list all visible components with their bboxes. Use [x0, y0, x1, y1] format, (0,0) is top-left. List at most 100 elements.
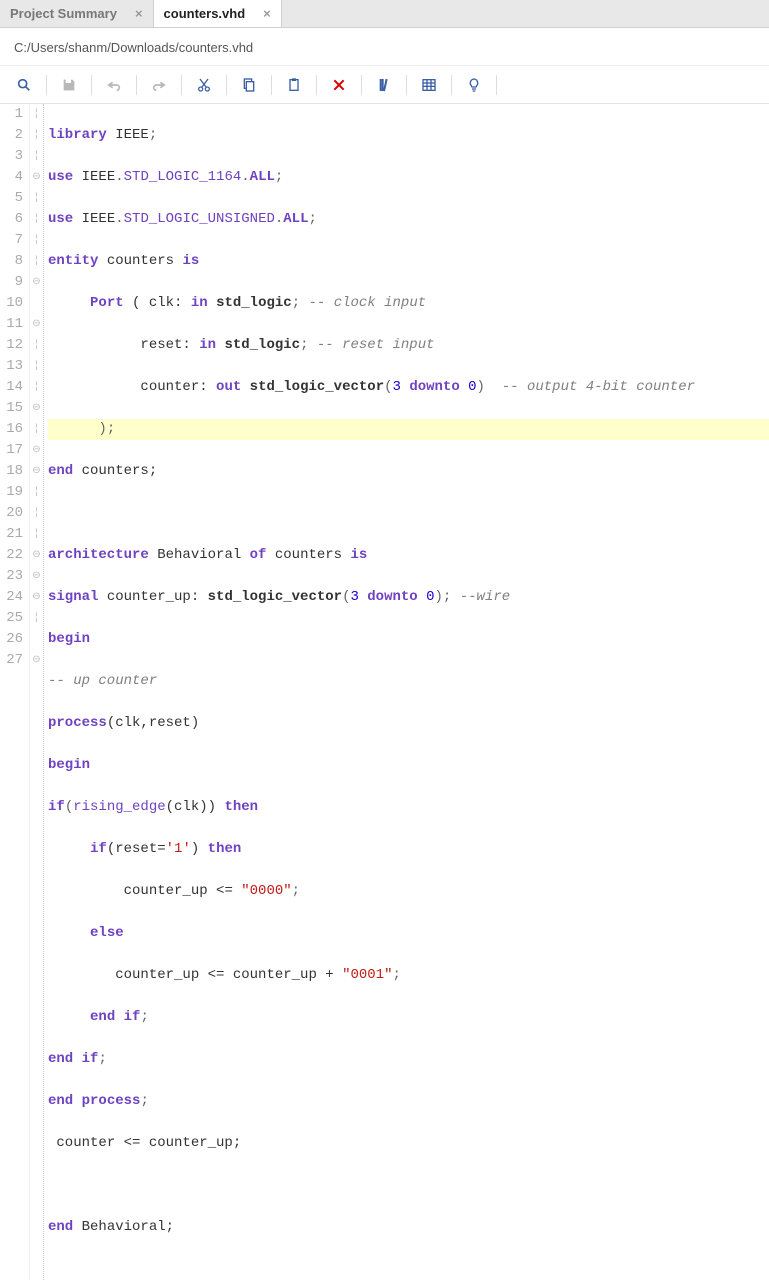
code-line: entity counters is: [48, 251, 769, 272]
line-number: 17: [0, 440, 23, 461]
separator: [136, 75, 137, 95]
fold-mark: ¦: [30, 209, 43, 230]
line-number: 5: [0, 188, 23, 209]
fold-mark: ¦: [30, 377, 43, 398]
line-number: 27: [0, 650, 23, 671]
fold-toggle[interactable]: ⊖: [30, 314, 43, 335]
code-line: if(rising_edge(clk)) then: [48, 797, 769, 818]
fold-toggle[interactable]: ⊖: [30, 650, 43, 671]
code-line: end Behavioral;: [48, 1217, 769, 1238]
line-number: 7: [0, 230, 23, 251]
fold-toggle[interactable]: ⊖: [30, 566, 43, 587]
file-path: C:/Users/shanm/Downloads/counters.vhd: [0, 28, 769, 66]
tab-bar: Project Summary × counters.vhd ×: [0, 0, 769, 28]
fold-mark: ¦: [30, 251, 43, 272]
line-number: 11: [0, 314, 23, 335]
line-number: 3: [0, 146, 23, 167]
line-number: 22: [0, 545, 23, 566]
code-line: end if;: [48, 1007, 769, 1028]
line-number: 8: [0, 251, 23, 272]
code-line: use IEEE.STD_LOGIC_UNSIGNED.ALL;: [48, 209, 769, 230]
fold-toggle[interactable]: ⊖: [30, 440, 43, 461]
fold-mark: ¦: [30, 125, 43, 146]
undo-icon[interactable]: [96, 72, 132, 98]
fold-toggle[interactable]: ⊖: [30, 398, 43, 419]
line-number: 25: [0, 608, 23, 629]
fold-toggle[interactable]: ⊖: [30, 167, 43, 188]
code-line: begin: [48, 629, 769, 650]
separator: [46, 75, 47, 95]
code-editor[interactable]: 1 2 3 4 5 6 7 8 9 10 11 12 13 14 15 16 1…: [0, 104, 769, 1280]
separator: [496, 75, 497, 95]
cut-icon[interactable]: [186, 72, 222, 98]
code-line: counter_up <= "0000";: [48, 881, 769, 902]
line-number: 19: [0, 482, 23, 503]
line-number: 1: [0, 104, 23, 125]
line-number: 12: [0, 335, 23, 356]
fold-mark: ¦: [30, 608, 43, 629]
code-line: [48, 1175, 769, 1196]
code-line: reset: in std_logic; -- reset input: [48, 335, 769, 356]
separator: [271, 75, 272, 95]
fold-mark: ¦: [30, 482, 43, 503]
fold-mark: ¦: [30, 230, 43, 251]
columns-icon[interactable]: [411, 72, 447, 98]
toolbar: [0, 66, 769, 104]
fold-mark: [30, 293, 43, 314]
fold-toggle[interactable]: ⊖: [30, 545, 43, 566]
code-line: end process;: [48, 1091, 769, 1112]
separator: [361, 75, 362, 95]
fold-mark: ¦: [30, 503, 43, 524]
tab-counters-vhd[interactable]: counters.vhd ×: [154, 0, 282, 27]
code-line: end if;: [48, 1049, 769, 1070]
code-line: [48, 503, 769, 524]
fold-toggle[interactable]: ⊖: [30, 587, 43, 608]
copy-icon[interactable]: [231, 72, 267, 98]
fold-mark: ¦: [30, 104, 43, 125]
redo-icon[interactable]: [141, 72, 177, 98]
line-number: 16: [0, 419, 23, 440]
fold-toggle[interactable]: ⊖: [30, 461, 43, 482]
line-number: 18: [0, 461, 23, 482]
code-line: counter: out std_logic_vector(3 downto 0…: [48, 377, 769, 398]
code-line: Port ( clk: in std_logic; -- clock input: [48, 293, 769, 314]
search-icon[interactable]: [6, 72, 42, 98]
code-line: if(reset='1') then: [48, 839, 769, 860]
line-number: 9: [0, 272, 23, 293]
code-line: architecture Behavioral of counters is: [48, 545, 769, 566]
separator: [451, 75, 452, 95]
separator: [406, 75, 407, 95]
delete-icon[interactable]: [321, 72, 357, 98]
fold-mark: ¦: [30, 356, 43, 377]
separator: [226, 75, 227, 95]
fold-mark: [30, 629, 43, 650]
fold-mark: ¦: [30, 146, 43, 167]
code-line: counter_up <= counter_up + "0001";: [48, 965, 769, 986]
line-number: 20: [0, 503, 23, 524]
code-line: else: [48, 923, 769, 944]
tab-label: counters.vhd: [164, 6, 246, 21]
line-number: 26: [0, 629, 23, 650]
hint-icon[interactable]: [456, 72, 492, 98]
line-number: 4: [0, 167, 23, 188]
close-icon[interactable]: ×: [135, 6, 143, 21]
save-icon[interactable]: [51, 72, 87, 98]
line-number: 2: [0, 125, 23, 146]
code-line: process(clk,reset): [48, 713, 769, 734]
code-line: library IEEE;: [48, 125, 769, 146]
line-number: 15: [0, 398, 23, 419]
separator: [316, 75, 317, 95]
code-line: begin: [48, 755, 769, 776]
close-icon[interactable]: ×: [263, 6, 271, 21]
comment-icon[interactable]: [366, 72, 402, 98]
paste-icon[interactable]: [276, 72, 312, 98]
line-number: 23: [0, 566, 23, 587]
code-area[interactable]: library IEEE; use IEEE.STD_LOGIC_1164.AL…: [44, 104, 769, 1280]
fold-toggle[interactable]: ⊖: [30, 272, 43, 293]
code-line: counter <= counter_up;: [48, 1133, 769, 1154]
fold-gutter: ¦ ¦ ¦ ⊖ ¦ ¦ ¦ ¦ ⊖ ⊖ ¦ ¦ ¦ ⊖ ¦ ⊖ ⊖ ¦ ¦ ¦ …: [30, 104, 44, 1280]
code-line: end counters;: [48, 461, 769, 482]
line-number: 14: [0, 377, 23, 398]
tab-project-summary[interactable]: Project Summary ×: [0, 0, 154, 27]
line-gutter: 1 2 3 4 5 6 7 8 9 10 11 12 13 14 15 16 1…: [0, 104, 30, 1280]
